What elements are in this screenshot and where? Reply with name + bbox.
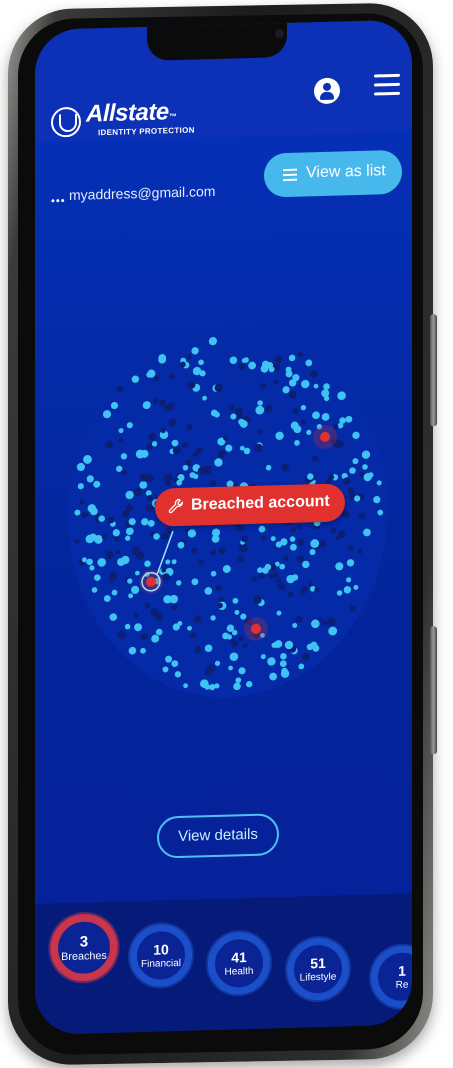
- category-lifestyle[interactable]: 51 Lifestyle: [287, 937, 349, 1001]
- category-label: Financial: [140, 957, 182, 971]
- breached-account-tag[interactable]: Breached account: [155, 483, 345, 527]
- category-re[interactable]: 1 Re: [371, 944, 412, 1009]
- category-breaches[interactable]: 3 Breaches: [50, 913, 118, 983]
- category-count: 41: [231, 949, 247, 966]
- camera-icon: [275, 29, 284, 39]
- category-count: 51: [310, 954, 326, 972]
- allstate-logo-icon: [51, 106, 81, 138]
- account-email: myaddress@gmail.com: [69, 182, 216, 204]
- view-as-list-button[interactable]: View as list: [264, 149, 402, 198]
- category-label: Health: [224, 965, 254, 978]
- brand-name: Allstate™: [86, 98, 177, 128]
- category-bar: 3 Breaches 10 Financial 41 Health 51 Lif…: [35, 893, 412, 1035]
- account-dots: •••: [51, 195, 66, 208]
- category-label: Breaches: [61, 950, 107, 964]
- category-count: 10: [153, 941, 169, 958]
- category-label: Re: [395, 979, 409, 991]
- category-label: Lifestyle: [299, 971, 337, 984]
- category-count: 1: [398, 962, 406, 979]
- brand-subtitle: IDENTITY PROTECTION: [98, 125, 195, 138]
- view-as-list-label: View as list: [306, 162, 386, 182]
- menu-icon[interactable]: [374, 73, 400, 97]
- category-financial[interactable]: 10 Financial: [130, 923, 192, 988]
- phone-notch: [147, 19, 287, 61]
- side-button-top: [430, 314, 437, 427]
- side-button-bottom: [430, 626, 437, 755]
- breached-account-label: Breached account: [191, 492, 330, 514]
- category-health[interactable]: 41 Health: [208, 931, 270, 996]
- wrench-icon: [168, 498, 183, 514]
- category-count: 3: [79, 932, 89, 950]
- view-details-button[interactable]: View details: [157, 813, 279, 859]
- list-icon: [283, 168, 297, 182]
- app-screen: Allstate™ IDENTITY PROTECTION ••• myaddr…: [35, 19, 412, 1036]
- user-icon[interactable]: [314, 77, 340, 105]
